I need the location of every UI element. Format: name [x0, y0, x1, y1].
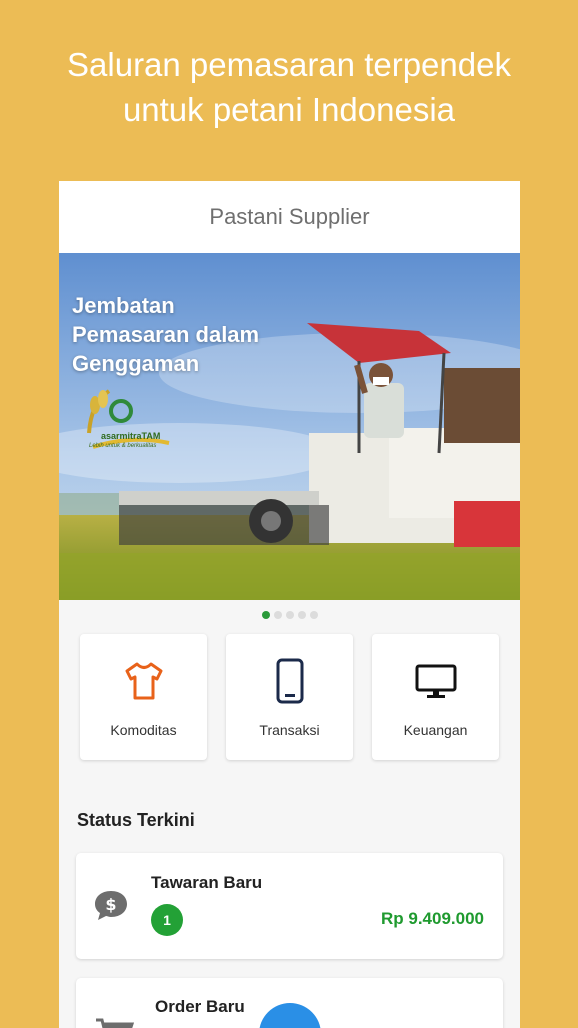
- status-card-tawaran[interactable]: $ Tawaran Baru 1 Rp 9.409.000: [76, 853, 503, 959]
- shirt-icon: [125, 662, 162, 700]
- app-title: Pastani Supplier: [209, 204, 370, 229]
- menu-komoditas-button[interactable]: Komoditas: [80, 634, 207, 760]
- phone-icon: [276, 658, 303, 704]
- dollar-chat-icon: $: [95, 891, 127, 920]
- section-title: Status Terkini: [77, 810, 195, 830]
- cart-icon: [96, 1018, 134, 1028]
- status-title: Order Baru: [155, 997, 245, 1016]
- headline-line-2: untuk petani Indonesia: [122, 91, 456, 128]
- menu-keuangan-button[interactable]: Keuangan: [372, 634, 499, 760]
- logo-wordmark: asarmitraTAM: [101, 431, 161, 441]
- carousel-dot-active[interactable]: [261, 611, 270, 619]
- carousel-dot[interactable]: [285, 611, 294, 619]
- carousel-dot[interactable]: [309, 611, 318, 619]
- status-title: Tawaran Baru: [151, 873, 263, 892]
- menu-label: Keuangan: [403, 722, 468, 738]
- main-menu: Komoditas Transaksi Keuangan: [59, 634, 520, 760]
- menu-transaksi-button[interactable]: Transaksi: [226, 634, 353, 760]
- carousel-indicator: [59, 600, 520, 630]
- banner-headline: Jembatan Pemasaran dalam Genggaman: [72, 293, 260, 376]
- banner-carousel[interactable]: Jembatan Pemasaran dalam Genggaman asarm…: [59, 253, 520, 600]
- app-bar: Pastani Supplier: [59, 181, 520, 253]
- pasarmitra-logo-icon: [87, 389, 170, 449]
- promo-headline: Saluran pemasaran terpendek untuk petani…: [0, 42, 578, 132]
- menu-label: Transaksi: [259, 722, 320, 738]
- headline-line-1: Saluran pemasaran terpendek: [67, 46, 511, 83]
- carousel-dot[interactable]: [273, 611, 282, 619]
- menu-label: Komoditas: [110, 722, 177, 738]
- logo-tagline: Lebih untuk & berkualitas: [89, 443, 157, 449]
- phone-screen: Pastani Supplier Jembatan Pemasaran dala…: [59, 181, 520, 1028]
- amount-value: Rp 9.409.000: [380, 909, 484, 928]
- count-badge: 1: [151, 904, 183, 936]
- carousel-dot[interactable]: [297, 611, 306, 619]
- svg-text:$: $: [105, 895, 116, 914]
- monitor-icon: [415, 664, 456, 698]
